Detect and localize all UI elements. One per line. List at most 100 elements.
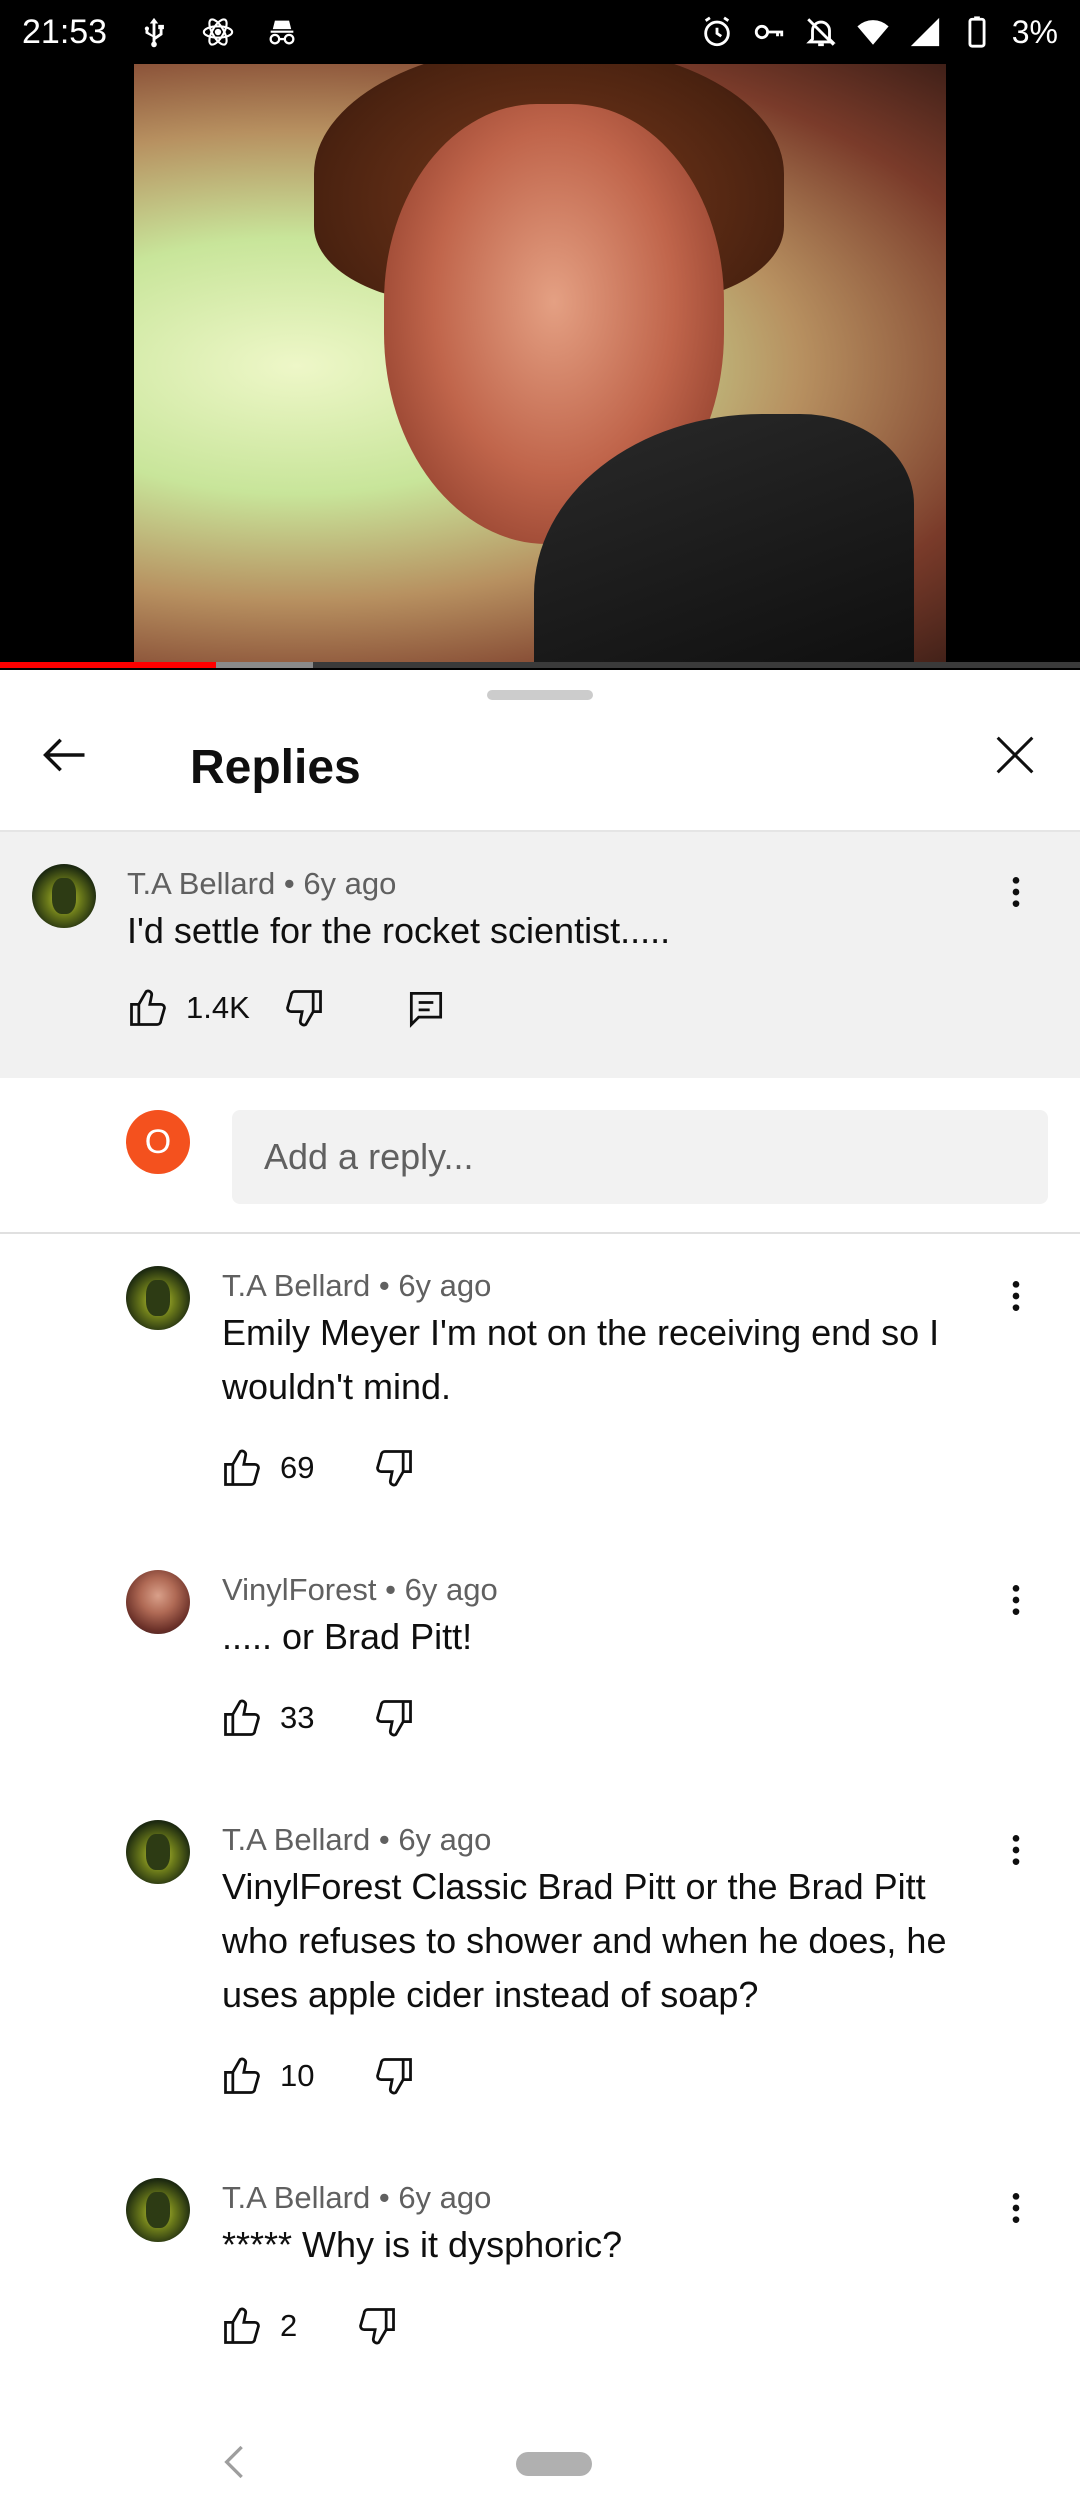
close-icon — [996, 736, 1034, 774]
replies-sheet: Replies T.A Bellard • 6y ago I'd settle … — [0, 670, 1080, 2520]
arrow-back-icon — [43, 738, 85, 772]
status-bar: 21:53 3% — [0, 0, 1080, 64]
video-frame[interactable] — [134, 64, 946, 668]
comment-author[interactable]: T.A Bellard — [127, 866, 275, 901]
comment-age: 6y ago — [303, 866, 397, 901]
self-avatar[interactable]: O — [126, 1110, 190, 1174]
nav-home-pill[interactable] — [516, 2452, 592, 2476]
comment-text: ..... or Brad Pitt! — [222, 1610, 472, 1664]
thumb-down-icon — [376, 1450, 413, 1487]
comment-meta: T.A Bellard • 6y ago — [222, 2180, 491, 2216]
more-options-button[interactable] — [996, 1266, 1036, 1326]
battery-percent: 3% — [1011, 13, 1058, 50]
incognito-icon — [265, 15, 299, 49]
close-button[interactable] — [980, 720, 1050, 790]
meta-separator: • — [385, 1572, 396, 1607]
thumb-up-icon — [130, 989, 166, 1026]
dislike-button[interactable] — [355, 2304, 399, 2348]
more-vert-icon — [1012, 1835, 1020, 1865]
dislike-button[interactable] — [282, 986, 326, 1030]
back-button[interactable] — [30, 720, 100, 790]
comment-actions: 10 — [220, 2054, 416, 2098]
like-count: 33 — [280, 1700, 315, 1735]
like-count: 1.4K — [186, 990, 250, 1025]
status-time: 21:53 — [22, 12, 108, 51]
comment-text-line: ***** Why is it dysphoric? — [222, 2224, 623, 2265]
comment-age: 6y ago — [404, 1572, 498, 1607]
comment-text-line: who refuses to shower and when he does, … — [222, 1920, 947, 1961]
more-vert-icon — [1012, 2193, 1020, 2223]
comment-text: VinylForest Classic Brad Pitt or the Bra… — [222, 1860, 946, 2022]
dislike-button[interactable] — [372, 1446, 416, 1490]
wifi-icon — [856, 15, 890, 49]
comment-actions: 1.4K — [126, 986, 448, 1030]
more-vert-icon — [1012, 1281, 1020, 1311]
comment-age: 6y ago — [398, 1268, 492, 1303]
comment-actions: 69 — [220, 1446, 416, 1490]
thumb-down-icon — [376, 2058, 413, 2095]
more-options-button[interactable] — [996, 2178, 1036, 2238]
avatar[interactable] — [126, 1570, 190, 1634]
thumb-up-icon — [224, 2307, 260, 2344]
comment-text-line: Emily Meyer I'm not on the receiving end… — [222, 1312, 940, 1353]
thumb-down-icon — [376, 1700, 413, 1737]
comment-author[interactable]: T.A Bellard — [222, 2180, 370, 2215]
comment-text-line: wouldn't mind. — [222, 1366, 451, 1407]
reply-button[interactable] — [404, 986, 448, 1030]
more-options-button[interactable] — [996, 1570, 1036, 1630]
thumb-up-icon — [224, 1449, 260, 1486]
comment-text-line: uses apple cider instead of soap? — [222, 1974, 759, 2015]
like-count: 69 — [280, 1450, 315, 1485]
video-progress-bar[interactable] — [0, 662, 1080, 668]
meta-separator: • — [378, 1822, 390, 1857]
nav-back-button[interactable] — [210, 2432, 260, 2492]
avatar[interactable] — [126, 1266, 190, 1330]
more-options-button[interactable] — [996, 862, 1036, 922]
alarm-icon — [700, 15, 734, 49]
comment-text: Emily Meyer I'm not on the receiving end… — [222, 1306, 939, 1414]
comment-author[interactable]: VinylForest — [222, 1572, 377, 1607]
dislike-button[interactable] — [372, 1696, 416, 1740]
comment-author[interactable]: T.A Bellard — [222, 1268, 370, 1303]
comment-actions: 2 — [220, 2304, 399, 2348]
comment-meta: T.A Bellard • 6y ago — [127, 866, 396, 902]
more-options-button[interactable] — [996, 1820, 1036, 1880]
thumb-down-icon — [285, 990, 322, 1027]
comment-actions: 33 — [220, 1696, 416, 1740]
comment-author[interactable]: T.A Bellard — [222, 1822, 370, 1857]
comment-text-line: ..... or Brad Pitt! — [222, 1616, 473, 1657]
comment-meta: T.A Bellard • 6y ago — [222, 1268, 491, 1304]
like-button[interactable] — [220, 1696, 264, 1740]
sheet-title: Replies — [190, 741, 361, 794]
more-vert-icon — [1012, 877, 1020, 907]
like-button[interactable] — [126, 986, 170, 1030]
avatar[interactable] — [126, 2178, 190, 2242]
video-player[interactable] — [0, 64, 1080, 670]
reply-input[interactable]: Add a reply... — [232, 1110, 1048, 1204]
comment-meta: T.A Bellard • 6y ago — [222, 1822, 491, 1858]
meta-separator: • — [378, 2180, 390, 2215]
avatar[interactable] — [32, 864, 96, 928]
avatar[interactable] — [126, 1820, 190, 1884]
atom-icon — [201, 15, 235, 49]
more-vert-icon — [1012, 1585, 1020, 1615]
reply-divider — [0, 1232, 1080, 1234]
like-count: 2 — [280, 2308, 298, 2343]
chevron-left-icon — [224, 2445, 243, 2479]
drag-handle[interactable] — [487, 690, 593, 700]
comment-age: 6y ago — [398, 1822, 492, 1857]
like-button[interactable] — [220, 2304, 264, 2348]
comment-text: I'd settle for the rocket scientist..... — [127, 910, 671, 951]
system-nav-bar — [0, 2410, 1080, 2520]
notifications-off-icon — [804, 15, 838, 49]
thumb-up-icon — [224, 1699, 260, 1736]
dislike-button[interactable] — [372, 2054, 416, 2098]
meta-separator: • — [283, 866, 295, 901]
comment-meta: VinylForest • 6y ago — [222, 1572, 498, 1608]
thumb-down-icon — [359, 2308, 396, 2345]
comment-age: 6y ago — [398, 2180, 492, 2215]
like-button[interactable] — [220, 2054, 264, 2098]
parent-comment: T.A Bellard • 6y ago I'd settle for the … — [0, 832, 1080, 1078]
comment-text: ***** Why is it dysphoric? — [222, 2218, 622, 2272]
like-button[interactable] — [220, 1446, 264, 1490]
